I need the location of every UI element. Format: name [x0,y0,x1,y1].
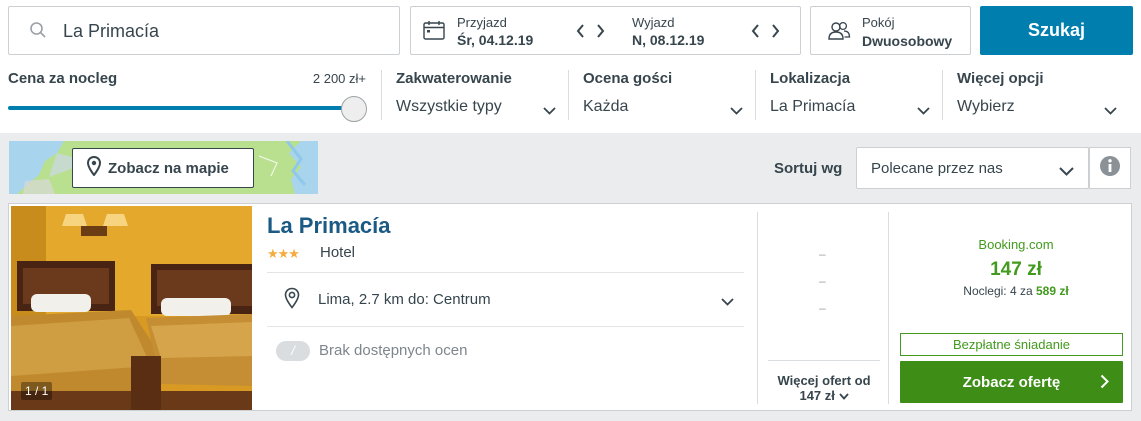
checkin-prev-icon[interactable] [574,21,586,41]
price-slider-track[interactable] [8,106,358,110]
destination-value: La Primacía [63,21,160,41]
checkin-next-icon[interactable] [594,21,606,41]
divider [267,272,744,273]
chevron-right-icon [1100,374,1109,393]
chevron-down-icon [721,293,734,311]
nights-prefix: Noclegi: 4 za [963,284,1033,298]
location-filter-value: La Primacía [770,98,856,115]
price-slider-handle[interactable] [341,96,367,122]
show-on-map-button[interactable]: Zobacz na mapie [72,148,254,188]
hotel-photo[interactable]: 1 / 1 [11,206,252,410]
more-options-filter-value: Wybierz [957,98,1015,115]
search-button[interactable]: Szukaj [980,6,1133,55]
date-picker[interactable]: Przyjazd Śr, 04.12.19 Wyjazd N, 08.12.19 [410,6,801,55]
sort-value: Polecane przez nas [871,160,1003,177]
filter-divider [568,70,569,120]
sort-info-button[interactable] [1089,147,1131,189]
more-offers-line1: Więcej ofert od [777,373,871,388]
column-divider [888,212,889,404]
guest-rating-filter-value: Każda [583,98,629,115]
deal-price: 147 zł [990,259,1042,280]
room-selector[interactable]: Pokój Dwuosobowy [810,6,971,55]
checkout-next-icon[interactable] [769,21,781,41]
price-filter-max: 2 200 zł+ [312,71,366,86]
checkout-value: N, 08.12.19 [632,32,705,48]
chevron-down-icon [917,102,930,120]
checkin-field[interactable]: Przyjazd Śr, 04.12.19 [457,15,533,48]
guest-rating-filter[interactable]: Ocena gości Każda [583,70,745,116]
price-filter: Cena za nocleg 2 200 zł+ [8,70,368,122]
more-options-filter-label: Więcej opcji [957,70,1044,87]
chevron-down-icon [730,102,743,120]
show-on-map-label: Zobacz na mapie [108,159,229,177]
checkout-prev-icon[interactable] [749,21,761,41]
accommodation-filter-value: Wszystkie typy [396,98,502,115]
map-pin-icon [284,287,300,314]
map-pin-icon [86,155,102,180]
more-offers-button[interactable]: Więcej ofert od 147 zł [768,360,880,408]
chevron-down-icon [1059,163,1074,181]
column-divider [757,212,758,404]
hotel-type: Hotel [320,244,356,261]
divider [267,326,744,327]
free-breakfast-badge: Bezpłatne śniadanie [900,333,1123,356]
checkin-label: Przyjazd [457,15,507,30]
calendar-icon [423,20,445,45]
search-icon [29,21,47,44]
accommodation-filter-label: Zakwaterowanie [396,70,512,87]
guest-rating-filter-label: Ocena gości [583,70,673,87]
hotel-result-card: 1 / 1 La Primacía ★★★ Hotel Lima, 2.7 km… [8,203,1132,411]
sort-label: Sortuj wg [774,160,843,177]
rating-badge: / [276,341,310,361]
more-offers-line2: 147 zł [799,388,835,403]
filter-divider [942,70,943,120]
room-label: Pokój [862,15,895,30]
more-options-filter[interactable]: Więcej opcji Wybierz [957,70,1119,116]
rating-text: Brak dostępnych ocen [319,342,468,359]
sort-select[interactable]: Polecane przez nas [856,147,1089,189]
empty-offer-dash: – [819,274,826,288]
empty-offer-dash: – [819,301,826,315]
deal-provider: Booking.com [978,237,1054,252]
hotel-name-link[interactable]: La Primacía [267,213,391,239]
chevron-down-icon [543,102,556,120]
hotel-location-text: Lima, 2.7 km do: Centrum [318,291,491,308]
view-deal-button[interactable]: Zobacz ofertę [900,361,1123,403]
location-filter[interactable]: Lokalizacja La Primacía [770,70,932,116]
view-deal-label: Zobacz ofertę [962,373,1061,391]
checkin-value: Śr, 04.12.19 [457,32,534,48]
info-icon [1099,155,1121,182]
photo-counter: 1 / 1 [21,382,53,400]
filter-divider [755,70,756,120]
empty-offer-dash: – [819,247,826,261]
checkout-label: Wyjazd [632,15,675,30]
more-offers-line2-row: 147 zł [768,388,880,403]
hotel-stars: ★★★ [267,246,300,261]
search-header: La Primacía Przyjazd Śr, 04.12.19 Wyjazd… [0,0,1141,133]
room-value: Dwuosobowy [862,33,953,49]
nights-summary: Noclegi: 4 za 589 zł [899,284,1133,298]
filter-divider [381,70,382,120]
chevron-down-icon [838,388,849,403]
guests-icon [827,20,851,47]
chevron-down-icon [1104,102,1117,120]
location-filter-label: Lokalizacja [770,70,851,87]
checkout-field[interactable]: Wyjazd N, 08.12.19 [632,15,704,48]
nights-total: 589 zł [1036,284,1069,298]
destination-search-input[interactable]: La Primacía [8,6,400,55]
hotel-location-row[interactable]: Lima, 2.7 km do: Centrum [267,274,744,326]
accommodation-filter[interactable]: Zakwaterowanie Wszystkie typy [396,70,558,116]
